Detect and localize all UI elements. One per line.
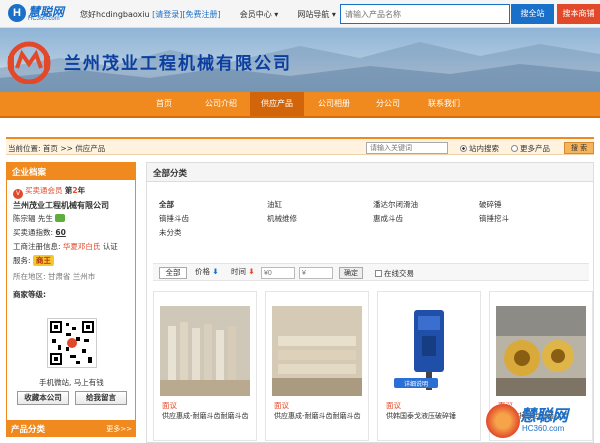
category-item[interactable]: 镐捶挖斗 — [479, 213, 509, 224]
radio-more-products[interactable]: 更多产品 — [511, 143, 550, 154]
service-row: 服务: 商王 — [13, 255, 54, 266]
product-price: 面议 — [386, 401, 401, 410]
service-badge: 商王 — [32, 255, 54, 266]
nav-company-intro[interactable]: 公司介绍 — [192, 92, 250, 116]
filter-all-button[interactable]: 全部 — [159, 267, 187, 279]
search-store-button[interactable]: 搜本商铺 — [557, 4, 600, 24]
index-value: 60 — [55, 228, 66, 237]
site-nav-menu[interactable]: 网站导航 ▾ — [297, 10, 336, 19]
nav-contact-us[interactable]: 联系我们 — [412, 92, 476, 116]
product-name[interactable]: 供韩国泰戈液压破碎锤 — [386, 411, 482, 421]
category-item[interactable]: 油缸 — [267, 199, 282, 210]
category-more-link[interactable]: 更多>> — [106, 424, 132, 434]
breadcrumb-current: 供应产品 — [75, 144, 106, 153]
crumb-search-button[interactable]: 搜 索 — [564, 142, 594, 154]
index-row: 买卖通指数: 60 — [13, 228, 66, 237]
sort-price-button[interactable]: 价格 ⬇ — [195, 267, 219, 279]
contact-row: 陈宗辐 先生 — [13, 213, 66, 224]
greeting-text: 您好hcdingbaoxiu — [80, 10, 150, 19]
all-categories-title: 全部分类 — [147, 163, 593, 182]
product-image[interactable] — [496, 306, 586, 396]
qr-code-icon — [47, 318, 97, 368]
logo-icon: H — [8, 4, 26, 22]
product-price: 面议 — [162, 401, 177, 410]
arrow-down-icon: ⬇ — [248, 267, 255, 276]
user-greeting: 您好hcdingbaoxiu [请登录][免费注册] 会员中心 ▾ 网站导航 ▾ — [80, 9, 336, 20]
site-search-input[interactable] — [340, 4, 510, 24]
category-item[interactable]: 惠成斗齿 — [373, 213, 403, 224]
category-item[interactable]: 潘达尔闭滑油 — [373, 199, 418, 210]
login-link[interactable]: [请登录] — [152, 10, 182, 19]
category-item[interactable]: 全部 — [159, 199, 174, 210]
vip-badge-icon: V — [13, 189, 23, 199]
sort-time-button[interactable]: 时间 ⬇ — [231, 267, 255, 279]
rating-label: 商家等级: — [13, 290, 46, 299]
location-row: 所在地区: 甘肃省 兰州市 — [13, 272, 96, 281]
mobile-site-text: 手机微站, 马上有钱 — [39, 378, 104, 387]
online-trade-checkbox[interactable]: 在线交易 — [375, 268, 414, 279]
product-category-header: 产品分类 更多>> — [6, 420, 136, 437]
breadcrumb: 当前位置: 首页 >> 供应产品 — [8, 144, 106, 153]
price-min-input[interactable] — [261, 267, 295, 279]
keyword-input[interactable] — [366, 142, 448, 154]
company-logo-icon — [4, 38, 54, 84]
product-card[interactable]: 面议 供应惠成-耐磨斗齿耐磨斗齿 — [153, 291, 257, 441]
radio-checked-icon — [460, 145, 467, 152]
company-title: 兰州茂业工程机械有限公司 — [64, 54, 292, 74]
member-center-menu[interactable]: 会员中心 ▾ — [240, 10, 279, 19]
price-confirm-button[interactable]: 确定 — [339, 267, 363, 279]
radio-site-search[interactable]: 站内搜索 — [460, 143, 499, 154]
watermark-url: HC360.com — [522, 424, 565, 433]
nav-company-album[interactable]: 公司相册 — [304, 92, 364, 116]
radio-unchecked-icon — [511, 145, 518, 152]
product-name[interactable]: 供应惠成-耐磨斗齿耐磨斗齿 — [274, 411, 370, 421]
chevron-down-icon: ▾ — [274, 10, 279, 19]
registration-row: 工商注册信息: 华夏邓白氏 认证 — [13, 242, 118, 251]
filter-bar: 全部 价格 ⬇ 时间 ⬇ 确定 在线交易 — [153, 263, 589, 281]
member-row: V 买卖通会员 第2年 — [13, 185, 85, 199]
product-price: 面议 — [274, 401, 289, 410]
category-item[interactable]: 未分类 — [159, 227, 182, 238]
nav-branches[interactable]: 分公司 — [364, 92, 412, 116]
site-logo[interactable]: H 慧聪网 HC360.com — [8, 3, 74, 25]
product-image[interactable]: 详细说明 — [384, 306, 474, 396]
product-card[interactable]: 详细说明 面议 供韩国泰戈液压破碎锤 — [377, 291, 481, 441]
watermark-logo-icon — [486, 404, 520, 438]
price-max-input[interactable] — [299, 267, 333, 279]
nav-supply-products[interactable]: 供应产品 — [250, 92, 304, 116]
leave-message-button[interactable]: 给我留言 — [75, 391, 127, 405]
company-name[interactable]: 兰州茂业工程机械有限公司 — [13, 200, 109, 211]
company-profile-panel: 企业档案 V 买卖通会员 第2年 兰州茂业工程机械有限公司 陈宗辐 先生 买卖通指… — [6, 162, 136, 422]
chevron-down-icon: ▾ — [331, 10, 336, 19]
nav-home[interactable]: 首页 — [136, 92, 192, 116]
site-watermark: 慧聪网 HC360.com — [480, 400, 600, 443]
chat-icon[interactable] — [55, 214, 66, 222]
logo-url: HC360.com — [28, 16, 60, 22]
breadcrumb-home[interactable]: 首页 — [43, 144, 58, 153]
category-item[interactable]: 镐捶斗齿 — [159, 213, 189, 224]
category-item[interactable]: 破碎锤 — [479, 199, 502, 210]
watermark-text: 慧聪网 — [520, 408, 569, 425]
product-name[interactable]: 供应惠成-耐磨斗齿耐磨斗齿 — [162, 411, 258, 421]
product-image-label: 详细说明 — [403, 381, 428, 388]
search-all-button[interactable]: 搜全站 — [511, 4, 554, 24]
top-bar: H 慧聪网 HC360.com 您好hcdingbaoxiu [请登录][免费注… — [0, 0, 600, 28]
category-item[interactable]: 机械维修 — [267, 213, 297, 224]
main-nav: 首页 公司介绍 供应产品 公司相册 分公司 联系我们 — [0, 92, 600, 118]
checkbox-icon — [375, 270, 382, 277]
company-banner: 兰州茂业工程机械有限公司 — [0, 28, 600, 92]
profile-title: 企业档案 — [7, 163, 135, 180]
product-image[interactable] — [272, 306, 362, 396]
register-link[interactable]: [免费注册] — [182, 10, 220, 19]
product-image[interactable] — [160, 306, 250, 396]
breadcrumb-bar: 当前位置: 首页 >> 供应产品 站内搜索 更多产品 搜 索 — [6, 137, 594, 155]
product-card[interactable]: 面议 供应惠成-耐磨斗齿耐磨斗齿 — [265, 291, 369, 441]
bookmark-company-button[interactable]: 收藏本公司 — [17, 391, 69, 405]
arrow-down-icon: ⬇ — [212, 267, 219, 276]
